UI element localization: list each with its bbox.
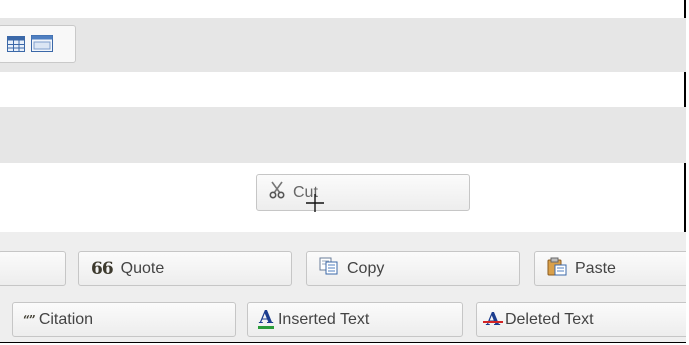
crosshair-cursor-icon xyxy=(306,194,324,212)
quote-button[interactable]: 66 Quote xyxy=(78,251,292,286)
deleted-text-icon: A xyxy=(483,308,503,330)
toolbar-row-2 xyxy=(0,107,686,163)
copy-icon xyxy=(319,257,339,280)
citation-button[interactable]: “” Citation xyxy=(12,302,236,337)
inserted-text-label: Inserted Text xyxy=(277,310,370,328)
quote-label: Quote xyxy=(120,259,165,277)
paste-button[interactable]: Paste xyxy=(534,251,686,286)
quote-icon: 66 xyxy=(91,258,114,279)
editor-frame: Cut 66 Quote Copy Paste “” Citation A In… xyxy=(0,0,686,343)
citation-icon: “” xyxy=(23,312,36,327)
table-icon[interactable] xyxy=(7,36,25,57)
inserted-text-icon: A xyxy=(258,307,274,329)
deleted-text-button[interactable]: A Deleted Text xyxy=(476,302,686,337)
deleted-text-label: Deleted Text xyxy=(504,310,594,328)
table-tools-group xyxy=(0,25,76,63)
paste-icon xyxy=(547,257,567,281)
toolbar-row-1 xyxy=(0,18,686,72)
paste-label: Paste xyxy=(575,259,616,277)
layout-icon[interactable] xyxy=(31,35,53,57)
cut-button[interactable]: Cut xyxy=(256,174,470,211)
copy-label: Copy xyxy=(347,259,385,277)
citation-label: Citation xyxy=(38,310,94,328)
inserted-text-button[interactable]: A Inserted Text xyxy=(247,302,463,337)
partial-button[interactable] xyxy=(0,251,66,286)
copy-button[interactable]: Copy xyxy=(306,251,520,286)
scissors-icon xyxy=(269,181,285,204)
